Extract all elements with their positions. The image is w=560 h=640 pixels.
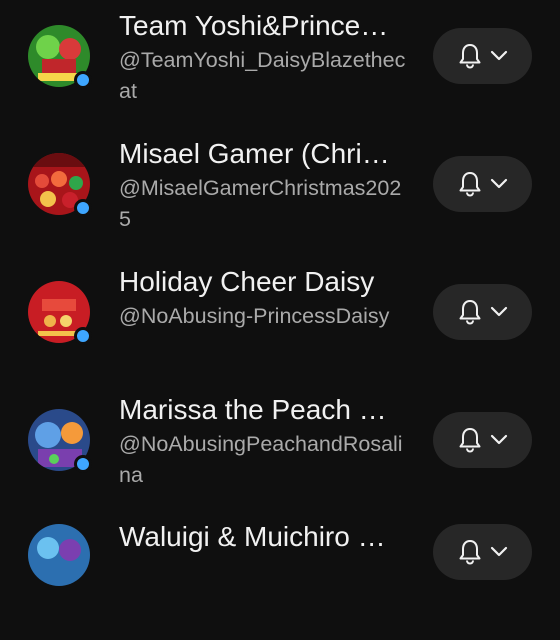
bell-icon <box>459 540 480 565</box>
channel-title[interactable]: Misael Gamer (Chri… <box>119 137 409 171</box>
notification-bell-button[interactable] <box>433 156 532 212</box>
notification-bell-button[interactable] <box>433 524 532 580</box>
channel-title[interactable]: Team Yoshi&Prince… <box>119 9 409 43</box>
new-content-dot <box>74 199 92 217</box>
channel-title[interactable]: Marissa the Peach … <box>119 393 409 427</box>
channel-avatar[interactable] <box>28 153 92 217</box>
notification-bell-button[interactable] <box>433 412 532 468</box>
bell-icon <box>459 428 480 453</box>
channel-avatar[interactable] <box>28 281 92 345</box>
notification-bell-button[interactable] <box>433 28 532 84</box>
chevron-down-icon <box>490 546 507 557</box>
channel-row[interactable]: Holiday Cheer Daisy @NoAbusing-PrincessD… <box>0 256 560 384</box>
chevron-down-icon <box>490 434 507 445</box>
channel-row[interactable]: Team Yoshi&Prince… @TeamYoshi_DaisyBlaze… <box>0 0 560 128</box>
channel-avatar[interactable] <box>28 25 92 89</box>
notification-bell-button[interactable] <box>433 284 532 340</box>
channel-row[interactable]: Misael Gamer (Chri… @MisaelGamerChristma… <box>0 128 560 256</box>
channel-handle: @NoAbusingPeachandRosalina <box>119 432 403 487</box>
new-content-dot <box>74 455 92 473</box>
bell-icon <box>459 300 480 325</box>
channel-row[interactable]: Marissa the Peach … @NoAbusingPeachandRo… <box>0 384 560 512</box>
channel-avatar[interactable] <box>28 524 90 586</box>
channel-title[interactable]: Waluigi & Muichiro … <box>119 520 409 554</box>
channel-handle: @TeamYoshi_DaisyBlazethecat <box>119 48 406 103</box>
new-content-dot <box>74 327 92 345</box>
channel-handle: @MisaelGamerChristmas2025 <box>119 176 402 231</box>
bell-icon <box>459 172 480 197</box>
chevron-down-icon <box>490 178 507 189</box>
new-content-dot <box>74 71 92 89</box>
chevron-down-icon <box>490 50 507 61</box>
channel-title[interactable]: Holiday Cheer Daisy <box>119 265 409 299</box>
channel-row[interactable]: Waluigi & Muichiro … <box>0 512 560 640</box>
chevron-down-icon <box>490 306 507 317</box>
channel-handle: @NoAbusing-PrincessDaisy <box>119 304 390 328</box>
channel-avatar[interactable] <box>28 409 92 473</box>
bell-icon <box>459 44 480 69</box>
